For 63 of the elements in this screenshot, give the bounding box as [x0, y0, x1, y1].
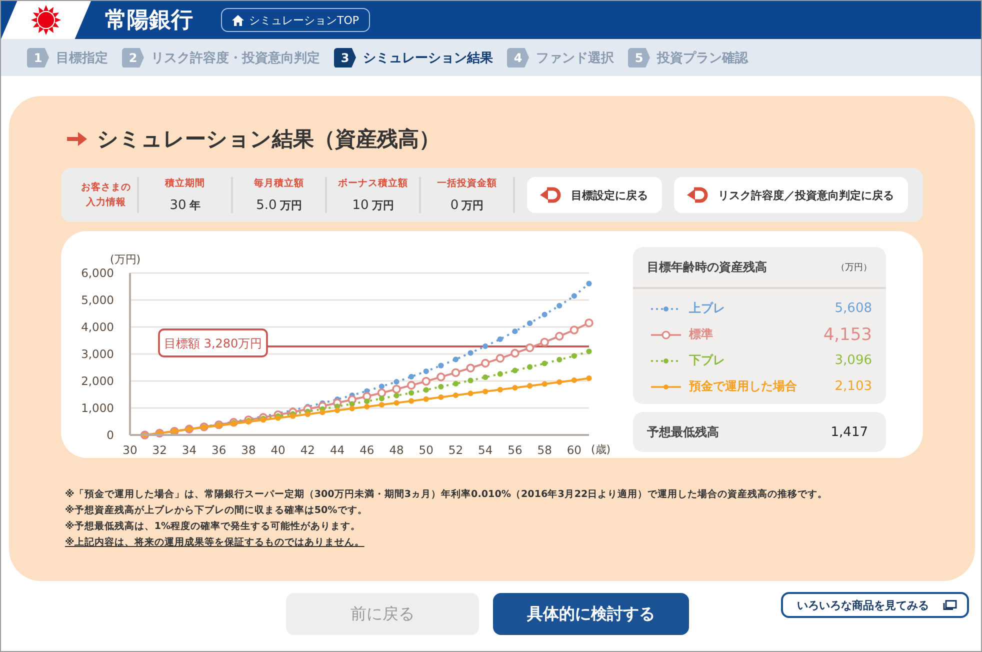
x-tick-label: 58: [537, 443, 552, 457]
summary-title: 目標年齢時の資産残高: [647, 258, 767, 276]
minimum-balance-label: 予想最低残高: [647, 424, 719, 440]
y-tick-label: 0: [106, 428, 114, 442]
input-item-value: 30 年: [170, 198, 200, 213]
legend-label: 下ブレ: [689, 352, 726, 369]
x-tick-label: 40: [270, 443, 286, 457]
step-number: 2: [122, 48, 144, 68]
step-label: 目標指定: [56, 50, 108, 66]
final-balance: 4,153: [823, 324, 872, 344]
input-info-label: お客さまの入力情報: [80, 180, 132, 210]
legend-label: 預金で運用した場合: [689, 378, 798, 395]
y-axis-unit: (万円): [110, 253, 141, 266]
input-item-label: 積立期間: [165, 177, 205, 190]
input-item-label: ボーナス積立額: [338, 177, 408, 190]
y-tick-label: 4,000: [81, 320, 114, 334]
final-balance: 3,096: [834, 353, 872, 368]
x-tick-label: 54: [478, 443, 493, 457]
page-title: シミュレーション結果（資産残高）: [97, 126, 440, 153]
target-label: 目標額 3,280万円: [164, 336, 262, 350]
legend-label: 上ブレ: [689, 300, 726, 317]
x-axis-unit: (歳): [591, 443, 611, 456]
y-tick-label: 1,000: [81, 401, 114, 415]
y-tick-label: 3,000: [81, 347, 114, 361]
step-label: シミュレーション結果: [363, 50, 493, 66]
y-tick-label: 5,000: [81, 293, 114, 307]
footnote: ※予想最低残高は、1%程度の確率で発生する可能性があります。: [65, 520, 362, 533]
input-item-label: 毎月積立額: [254, 177, 304, 190]
footnote: ※「預金で運用した場合」は、常陽銀行スーパー定期（300万円未満・期間3ヵ月）年利率0.010%（2016年3月22日より適用）で運用した場合の資産残高の推移です。: [65, 488, 829, 501]
x-tick-label: 38: [241, 443, 256, 457]
legend-label: 標準: [689, 326, 714, 343]
summary-unit: （万円）: [836, 262, 872, 274]
input-item-value: 5.0 万円: [256, 198, 302, 213]
footnote: ※予想資産残高が上ブレから下ブレの間に収まる確率は50%です。: [65, 504, 368, 517]
step-number: 5: [628, 48, 650, 68]
bank-name: 常陽銀行: [105, 7, 193, 35]
x-tick-label: 30: [122, 443, 138, 457]
step-label: リスク許容度・投資意向判定: [151, 50, 320, 66]
x-tick-label: 42: [300, 443, 315, 457]
x-tick-label: 52: [448, 443, 464, 457]
x-tick-label: 46: [360, 443, 374, 457]
step-label: ファンド選択: [536, 50, 614, 66]
footnote: ※上記内容は、将来の運用成果等を保証するものではありません。: [65, 536, 366, 549]
x-tick-label: 32: [152, 443, 167, 457]
x-tick-label: 56: [508, 443, 522, 457]
input-item-value: 10 万円: [352, 198, 394, 213]
step-number: 3: [334, 48, 356, 68]
input-item-value: 0 万円: [450, 198, 484, 213]
y-tick-label: 2,000: [81, 374, 114, 388]
input-item-label: 一括投資金額: [437, 177, 497, 190]
step-number: 1: [27, 48, 49, 68]
final-balance: 5,608: [834, 301, 872, 316]
y-tick-label: 6,000: [81, 266, 114, 280]
x-tick-label: 60: [566, 443, 582, 457]
minimum-balance-value: 1,417: [830, 424, 868, 440]
x-tick-label: 44: [330, 443, 345, 457]
x-tick-label: 50: [418, 443, 434, 457]
step-number: 4: [507, 48, 529, 68]
x-tick-label: 36: [212, 443, 226, 457]
x-tick-label: 34: [182, 443, 197, 457]
step-label: 投資プラン確認: [657, 50, 748, 66]
x-tick-label: 48: [389, 443, 404, 457]
final-balance: 2,103: [834, 379, 872, 394]
